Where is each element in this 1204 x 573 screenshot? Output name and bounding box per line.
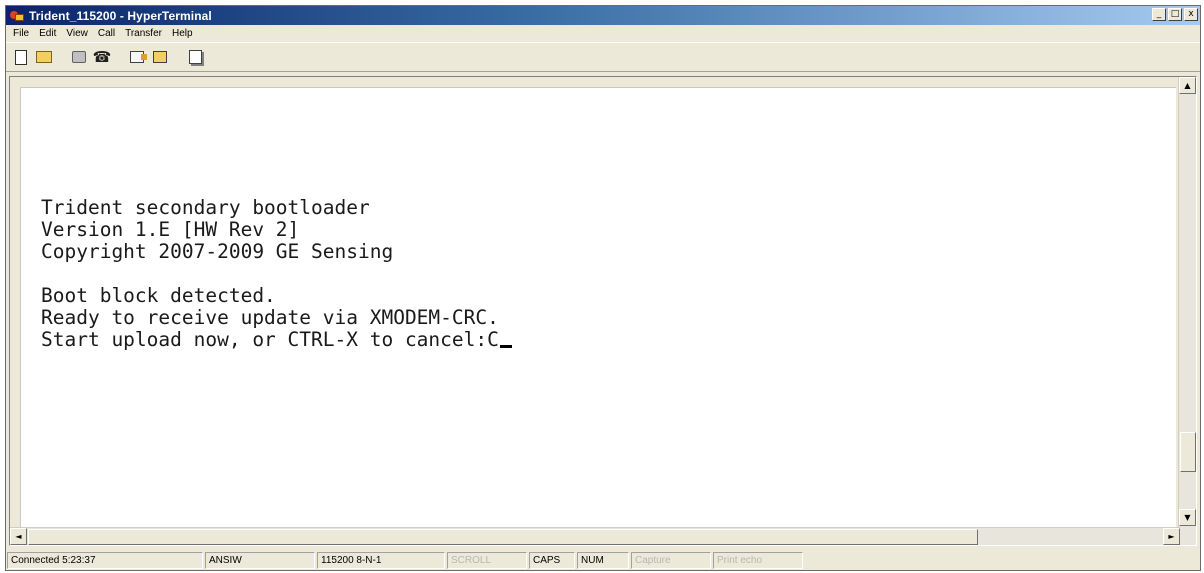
vertical-scroll-thumb[interactable] — [1180, 432, 1196, 472]
properties-button[interactable] — [184, 46, 206, 68]
open-icon — [36, 51, 52, 63]
menu-transfer[interactable]: Transfer — [120, 28, 167, 39]
receive-button[interactable] — [149, 46, 171, 68]
terminal-screen[interactable]: Trident secondary bootloader Version 1.E… — [20, 87, 1176, 532]
call-button[interactable] — [68, 46, 90, 68]
scroll-right-button[interactable]: ► — [1163, 528, 1180, 545]
close-button[interactable]: x — [1184, 8, 1198, 21]
maximize-button[interactable]: □ — [1168, 8, 1182, 21]
send-icon — [130, 51, 147, 63]
title-bar[interactable]: Trident_115200 - HyperTerminal _ □ x — [6, 6, 1200, 25]
text-cursor — [499, 345, 512, 348]
horizontal-scrollbar[interactable]: ◄ ► — [10, 527, 1180, 545]
menu-bar: File Edit View Call Transfer Help — [6, 25, 1200, 42]
send-button[interactable] — [126, 46, 148, 68]
terminal-line: Ready to receive update via XMODEM-CRC. — [41, 306, 499, 329]
terminal-line: Trident secondary bootloader — [41, 196, 370, 219]
status-caps: CAPS — [529, 551, 575, 569]
terminal-prompt-line: Start upload now, or CTRL-X to cancel:C — [41, 328, 512, 351]
terminal-line: Copyright 2007-2009 GE Sensing — [41, 240, 394, 263]
toolbar: ☎ — [6, 42, 1200, 72]
menu-call[interactable]: Call — [93, 28, 120, 39]
terminal-line: Boot block detected. — [41, 284, 276, 307]
status-scroll: SCROLL — [447, 551, 527, 569]
hyperterminal-window: Trident_115200 - HyperTerminal _ □ x Fil… — [5, 5, 1201, 571]
disconnect-button[interactable]: ☎ — [91, 46, 113, 68]
terminal-line: Version 1.E [HW Rev 2] — [41, 218, 300, 241]
scroll-up-button[interactable]: ▲ — [1179, 77, 1196, 94]
new-icon — [15, 49, 27, 65]
menu-edit[interactable]: Edit — [34, 28, 61, 39]
open-button[interactable] — [33, 46, 55, 68]
status-print-echo: Print echo — [713, 551, 803, 569]
status-bar: Connected 5:23:37 ANSIW 115200 8-N-1 SCR… — [6, 550, 1200, 570]
receive-icon — [153, 51, 167, 63]
status-capture: Capture — [631, 551, 711, 569]
disconnect-icon: ☎ — [92, 48, 112, 66]
menu-view[interactable]: View — [61, 28, 93, 39]
menu-file[interactable]: File — [8, 28, 34, 39]
window-controls: _ □ x — [1152, 8, 1198, 21]
scroll-down-button[interactable]: ▼ — [1179, 509, 1196, 526]
minimize-button[interactable]: _ — [1152, 8, 1166, 21]
call-icon — [72, 51, 86, 63]
horizontal-scroll-thumb[interactable] — [28, 529, 978, 545]
scroll-left-button[interactable]: ◄ — [10, 528, 27, 545]
status-connection-time: Connected 5:23:37 — [7, 551, 203, 569]
status-port-settings: 115200 8-N-1 — [317, 551, 445, 569]
terminal-client-area: Trident secondary bootloader Version 1.E… — [9, 76, 1197, 546]
window-title: Trident_115200 - HyperTerminal — [29, 8, 212, 23]
hyperterminal-app-icon[interactable] — [10, 9, 24, 23]
properties-icon — [188, 50, 202, 64]
menu-help[interactable]: Help — [167, 28, 198, 39]
terminal-prompt-text: Start upload now, or CTRL-X to cancel:C — [41, 328, 499, 351]
status-emulation: ANSIW — [205, 551, 315, 569]
status-num: NUM — [577, 551, 629, 569]
vertical-scrollbar[interactable]: ▲ ▼ — [1178, 77, 1196, 545]
new-connection-button[interactable] — [10, 46, 32, 68]
